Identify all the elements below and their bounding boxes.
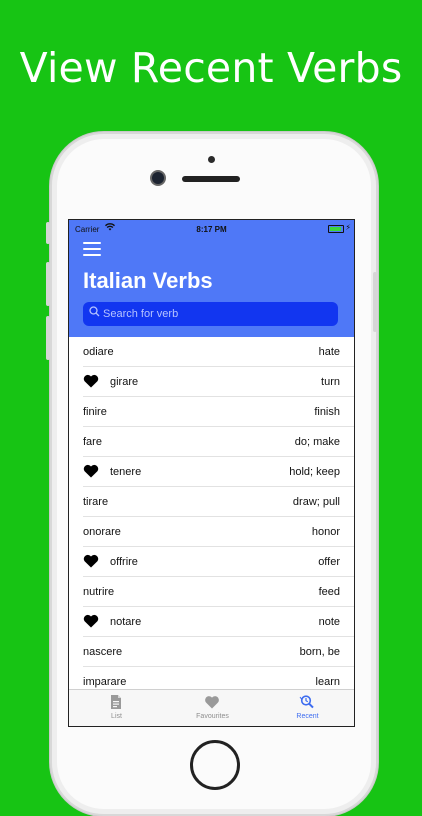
heart-icon xyxy=(205,696,219,709)
verb-row[interactable]: fare do; make xyxy=(83,427,354,457)
verb-list: odiare hate girare turn finire finish fare do; … xyxy=(69,337,354,697)
verb-meaning: draw; pull xyxy=(292,496,340,508)
verb-italian: nutrire xyxy=(83,586,115,598)
verb-row[interactable]: tenere hold; keep xyxy=(83,457,354,487)
verb-italian: odiare xyxy=(83,346,114,358)
promo-headline: View Recent Verbs xyxy=(19,44,403,92)
hamburger-menu-icon[interactable] xyxy=(83,242,101,256)
tab-label: Recent xyxy=(296,713,319,720)
tab-label: Favourites xyxy=(196,713,229,720)
verb-italian: onorare xyxy=(83,526,121,538)
tab-bar: List Favourites Recent xyxy=(69,689,354,726)
tab-recent[interactable]: Recent xyxy=(260,690,354,726)
search-bar[interactable] xyxy=(83,302,338,326)
verb-italian: finire xyxy=(83,406,107,418)
verb-italian: imparare xyxy=(83,676,127,688)
verb-row[interactable]: onorare honor xyxy=(83,517,354,547)
verb-italian: fare xyxy=(83,436,102,448)
home-button[interactable] xyxy=(190,740,240,790)
front-camera xyxy=(152,172,164,184)
verb-row[interactable]: nutrire feed xyxy=(83,577,354,607)
verb-meaning: feed xyxy=(318,586,340,598)
verb-meaning: honor xyxy=(311,526,340,538)
verb-meaning: do; make xyxy=(294,436,340,448)
status-time: 8:17 PM xyxy=(196,225,227,234)
proximity-sensor xyxy=(208,156,215,163)
verb-row[interactable]: nascere born, be xyxy=(83,637,354,667)
verb-italian: tirare xyxy=(83,496,109,508)
verb-row[interactable]: offrire offer xyxy=(83,547,354,577)
verb-row[interactable]: finire finish xyxy=(83,397,354,427)
volume-down-button xyxy=(46,316,50,360)
verb-italian: notare xyxy=(110,616,142,628)
verb-meaning: offer xyxy=(318,556,340,568)
verb-italian: offrire xyxy=(110,556,138,568)
verb-meaning: hold; keep xyxy=(289,466,340,478)
verb-italian: girare xyxy=(110,376,139,388)
verb-meaning: born, be xyxy=(299,646,340,658)
verb-meaning: note xyxy=(318,616,340,628)
document-icon xyxy=(111,695,121,709)
power-button xyxy=(373,272,377,332)
tab-label: List xyxy=(111,713,122,720)
verb-row[interactable]: girare turn xyxy=(83,367,354,397)
favourite-heart-icon[interactable] xyxy=(83,463,99,479)
battery-icon xyxy=(328,225,344,233)
search-icon xyxy=(89,306,100,320)
status-bar: Carrier 8:17 PM ⚡ xyxy=(69,220,354,238)
mute-switch xyxy=(46,222,50,244)
favourite-heart-icon[interactable] xyxy=(83,553,99,569)
tab-list[interactable]: List xyxy=(69,690,164,726)
page-title: Italian Verbs xyxy=(83,268,213,293)
app-screen: Carrier 8:17 PM ⚡ Italian Verbs odiare ha… xyxy=(68,219,355,727)
verb-row[interactable]: odiare hate xyxy=(83,337,354,367)
verb-italian: nascere xyxy=(83,646,123,658)
verb-row[interactable]: tirare draw; pull xyxy=(83,487,354,517)
verb-italian: tenere xyxy=(110,466,142,478)
volume-up-button xyxy=(46,262,50,306)
verb-meaning: hate xyxy=(318,346,340,358)
battery-level xyxy=(330,227,342,231)
verb-meaning: turn xyxy=(321,376,340,388)
app-header: Carrier 8:17 PM ⚡ Italian Verbs xyxy=(69,220,354,337)
verb-meaning: finish xyxy=(314,406,340,418)
favourite-heart-icon[interactable] xyxy=(83,613,99,629)
earpiece-speaker xyxy=(182,176,240,182)
search-input[interactable] xyxy=(103,302,333,326)
tab-favourites[interactable]: Favourites xyxy=(165,690,260,726)
verb-row[interactable]: notare note xyxy=(83,607,354,637)
recent-search-icon xyxy=(299,695,314,709)
verb-meaning: learn xyxy=(315,676,340,688)
charging-bolt-icon: ⚡ xyxy=(345,223,351,232)
favourite-heart-icon[interactable] xyxy=(83,373,99,389)
